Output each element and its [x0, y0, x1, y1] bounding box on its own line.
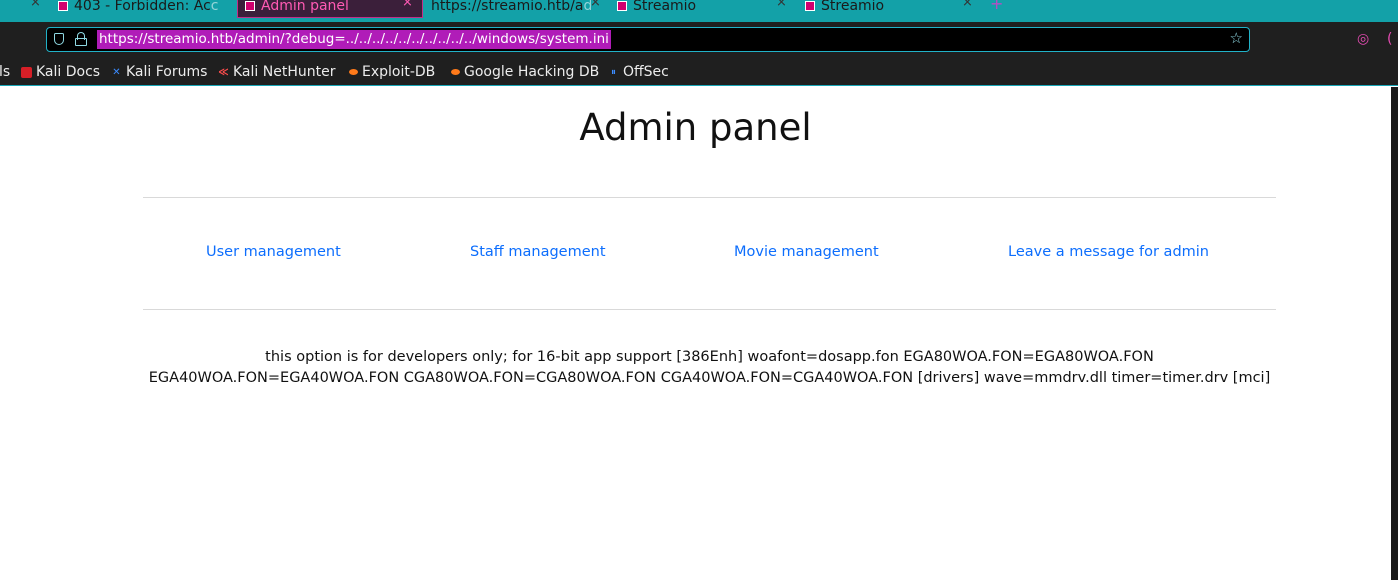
tab-label: Admin panel [261, 0, 349, 14]
close-icon[interactable]: × [776, 0, 787, 10]
exploit-db-icon [349, 69, 358, 75]
new-tab-icon[interactable]: + [990, 0, 1003, 13]
streamio-favicon-icon [245, 0, 255, 11]
page-scrollbar[interactable] [1391, 87, 1398, 580]
bookmark-offsec[interactable]: ⏸ OffSec [608, 64, 669, 80]
extension-icon[interactable]: ( [1387, 31, 1392, 47]
bookmark-kali-nethunter[interactable]: ≪ Kali NetHunter [218, 64, 335, 80]
google-hacking-db-icon [451, 69, 460, 75]
streamio-favicon-icon [58, 1, 68, 11]
page-title: Admin panel [579, 106, 812, 149]
bookmarks-bar: ls Kali Docs ✕ Kali Forums ≪ Kali NetHun… [0, 60, 1398, 86]
tab-strip: × 403 - Forbidden: Ac c Admin panel × htt… [0, 0, 1398, 22]
tab-label: 403 - Forbidden: Ac [74, 0, 211, 14]
tab-streamio[interactable]: Streamio [805, 0, 955, 18]
close-icon[interactable]: × [402, 0, 413, 10]
divider [143, 309, 1276, 310]
kali-docs-icon [21, 66, 32, 78]
bookmark-truncated[interactable]: ls [0, 64, 10, 80]
bookmark-kali-docs[interactable]: Kali Docs [21, 64, 100, 80]
url-text[interactable]: https://streamio.htb/admin/?debug=../../… [97, 30, 611, 49]
close-icon[interactable]: × [962, 0, 973, 10]
tab-streamio-url[interactable]: https://streamio.htb/a d [431, 0, 591, 18]
tab-label: https://streamio.htb/a [431, 0, 584, 14]
offsec-icon: ⏸ [611, 66, 616, 78]
bookmark-google-hacking-db[interactable]: Google Hacking DB [451, 64, 599, 80]
streamio-favicon-icon [617, 1, 627, 11]
kali-forums-icon: ✕ [112, 66, 121, 78]
shield-icon[interactable] [54, 33, 64, 45]
tab-label: Streamio [633, 0, 697, 14]
leave-message-link[interactable]: Leave a message for admin [1008, 244, 1209, 260]
bookmark-star-icon[interactable]: ☆ [1230, 29, 1243, 47]
tab-403-forbidden[interactable]: 403 - Forbidden: Ac c [58, 0, 238, 18]
movie-management-link[interactable]: Movie management [734, 244, 879, 260]
user-management-link[interactable]: User management [206, 244, 341, 260]
nav-bar: https://streamio.htb/admin/?debug=../../… [0, 22, 1398, 60]
url-bar[interactable]: https://streamio.htb/admin/?debug=../../… [46, 27, 1250, 52]
debug-output-text: this option is for developers only; for … [148, 349, 1271, 386]
staff-management-link[interactable]: Staff management [470, 244, 606, 260]
tab-admin-panel[interactable]: Admin panel [237, 0, 423, 18]
lock-icon[interactable] [75, 32, 89, 47]
streamio-favicon-icon [805, 1, 815, 11]
tab-streamio[interactable]: Streamio [617, 0, 767, 18]
bookmark-kali-forums[interactable]: ✕ Kali Forums [111, 64, 207, 80]
divider [143, 197, 1276, 198]
nethunter-icon: ≪ [218, 66, 229, 78]
close-icon[interactable]: × [30, 0, 41, 10]
tab-label: Streamio [821, 0, 885, 14]
bookmark-exploit-db[interactable]: Exploit-DB [349, 64, 435, 80]
pocket-icon[interactable]: ◎ [1357, 31, 1369, 47]
close-icon[interactable]: × [590, 0, 601, 10]
